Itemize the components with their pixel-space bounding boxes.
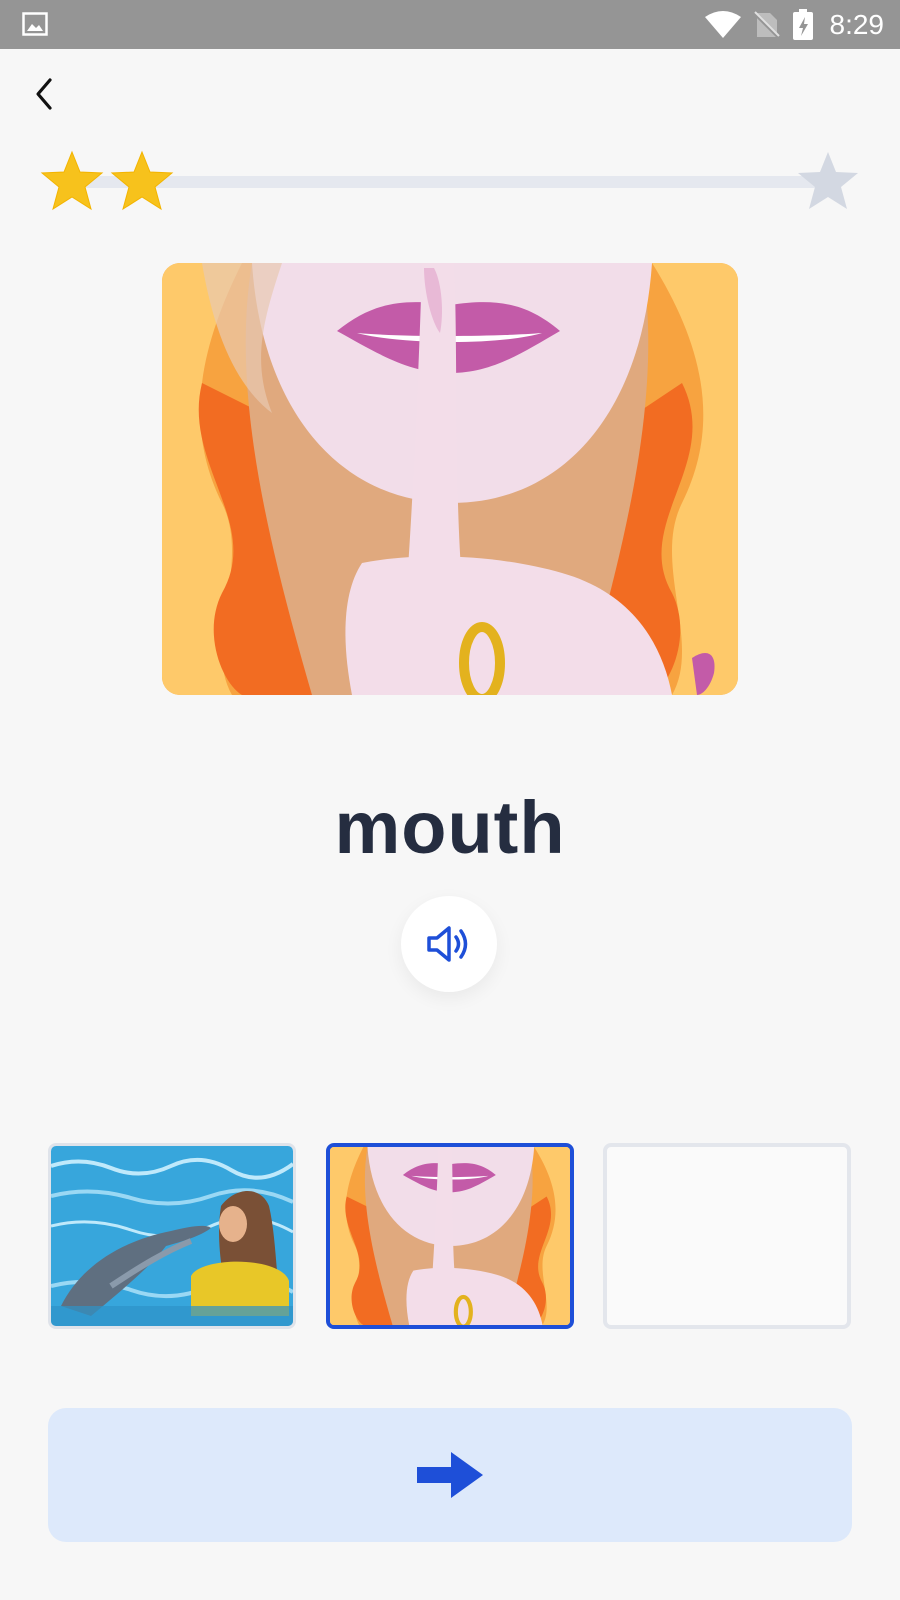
star-empty-icon	[798, 152, 858, 209]
answer-option-dolphin[interactable]	[48, 1143, 296, 1329]
status-time: 8:29	[829, 8, 885, 40]
mouth-illustration-thumbnail	[330, 1147, 570, 1325]
arrow-right-icon	[417, 1452, 483, 1498]
gallery-icon	[22, 12, 48, 36]
next-button[interactable]	[48, 1408, 852, 1542]
answer-option-empty[interactable]	[603, 1143, 851, 1329]
progress-bar	[40, 150, 860, 212]
vocabulary-word: mouth	[334, 786, 566, 869]
progress-track	[80, 176, 832, 188]
answer-option-mouth[interactable]	[326, 1143, 574, 1329]
battery-charging-icon	[792, 8, 813, 40]
chevron-left-icon	[36, 78, 52, 110]
speaker-icon	[427, 926, 468, 962]
status-bar: 8:29	[0, 0, 900, 49]
dolphin-photo	[51, 1146, 293, 1326]
wifi-icon	[704, 10, 741, 38]
no-sim-icon	[753, 10, 780, 39]
word-illustration	[162, 263, 738, 695]
back-button[interactable]	[28, 74, 64, 114]
play-audio-button[interactable]	[401, 896, 497, 992]
star-filled-icon	[110, 150, 174, 211]
star-filled-icon	[40, 150, 104, 211]
